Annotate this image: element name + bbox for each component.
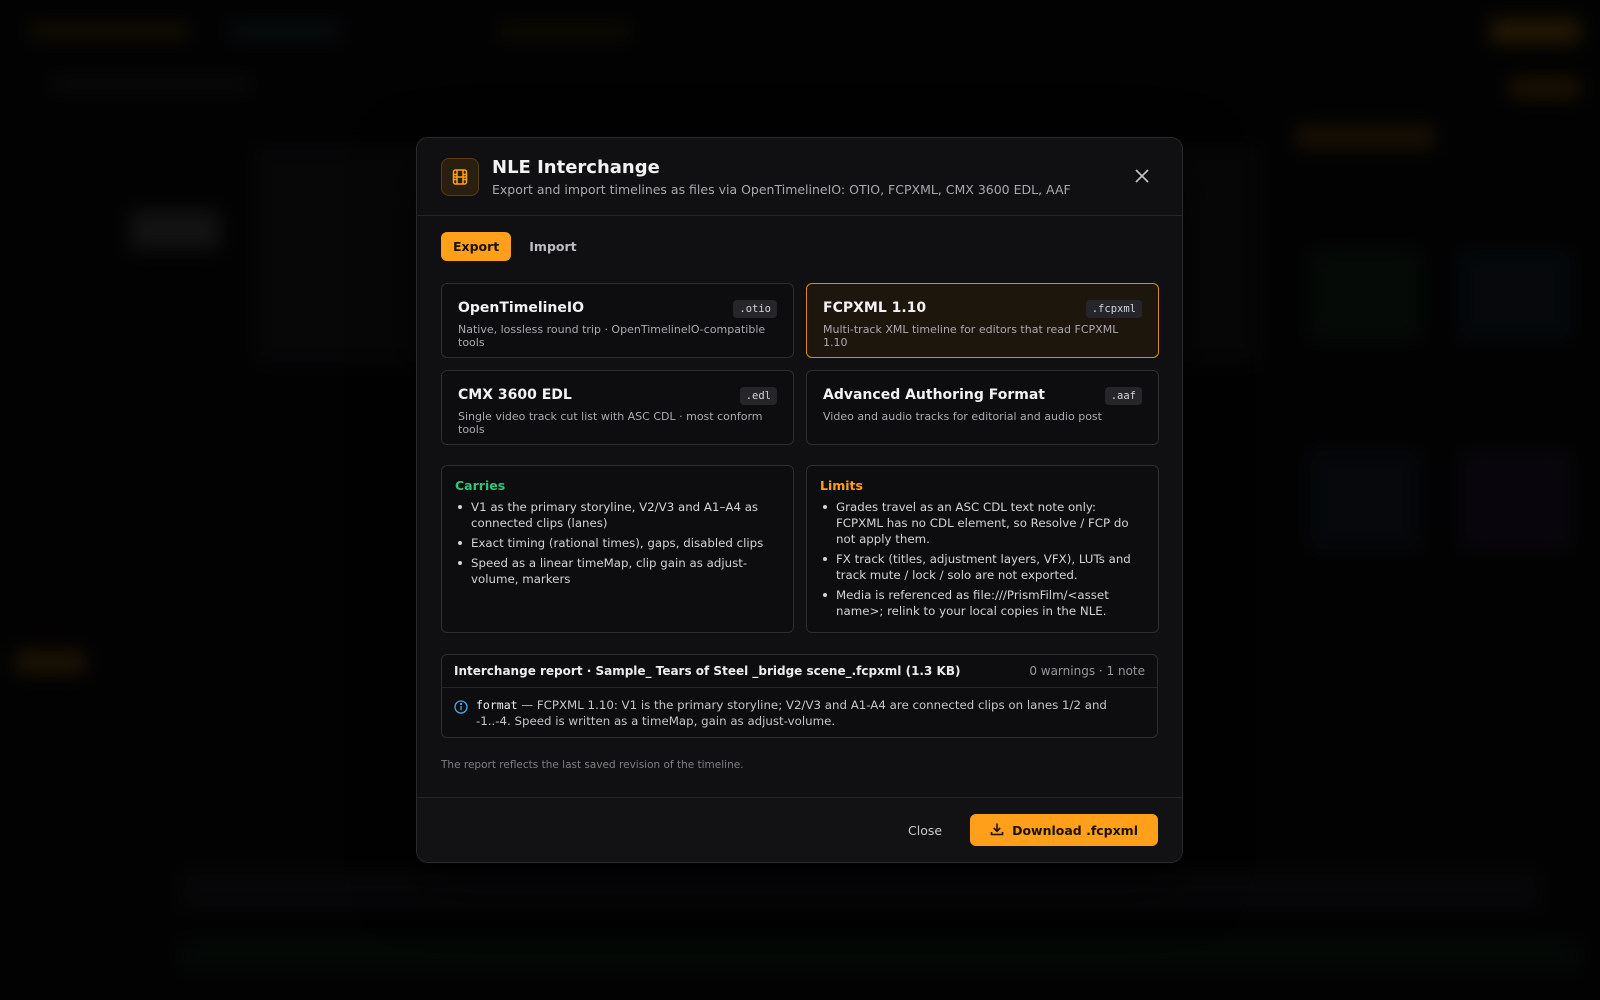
interchange-report: Interchange report · Sample_ Tears of St…	[441, 654, 1158, 738]
report-header: Interchange report · Sample_ Tears of St…	[442, 655, 1157, 688]
close-button[interactable]: Close	[890, 815, 960, 846]
report-counts: 0 warnings · 1 note	[1029, 664, 1145, 678]
carries-panel: Carries V1 as the primary storyline, V2/…	[441, 465, 794, 633]
capabilities-section: Carries V1 as the primary storyline, V2/…	[441, 465, 1159, 633]
list-item: FX track (titles, adjustment layers, VFX…	[820, 551, 1145, 583]
carries-heading: Carries	[455, 478, 506, 493]
download-label: Download .fcpxml	[1012, 822, 1138, 838]
tab-import[interactable]: Import	[517, 232, 588, 261]
nle-interchange-dialog: NLE Interchange Export and import timeli…	[416, 137, 1183, 863]
download-icon	[990, 822, 1004, 839]
format-name: OpenTimelineIO	[458, 300, 584, 316]
format-card-aaf[interactable]: Advanced Authoring Format Video and audi…	[806, 370, 1159, 445]
list-item: Grades travel as an ASC CDL text note on…	[820, 499, 1145, 547]
dialog-title: NLE Interchange	[492, 156, 660, 178]
format-card-fcpxml[interactable]: FCPXML 1.10 Multi-track XML timeline for…	[806, 283, 1159, 358]
format-description: Single video track cut list with ASC CDL…	[458, 410, 763, 436]
format-card-edl[interactable]: CMX 3600 EDL Single video track cut list…	[441, 370, 794, 445]
format-description: Multi-track XML timeline for editors tha…	[823, 323, 1119, 349]
info-icon	[454, 699, 468, 729]
list-item: V1 as the primary storyline, V2/V3 and A…	[455, 499, 780, 531]
limits-panel: Limits Grades travel as an ASC CDL text …	[806, 465, 1159, 633]
report-entry-text: — FCPXML 1.10: V1 is the primary storyli…	[476, 698, 1107, 728]
download-button[interactable]: Download .fcpxml	[970, 814, 1158, 846]
format-grid: OpenTimelineIO Native, lossless round tr…	[441, 283, 1159, 445]
list-item: Exact timing (rational times), gaps, dis…	[455, 535, 780, 551]
report-title: Interchange report · Sample_ Tears of St…	[454, 664, 961, 678]
list-item: Speed as a linear timeMap, clip gain as …	[455, 555, 780, 587]
dialog-header: NLE Interchange Export and import timeli…	[417, 138, 1182, 216]
format-extension-badge: .otio	[733, 300, 777, 318]
report-entry: format — FCPXML 1.10: V1 is the primary …	[442, 688, 1157, 737]
format-extension-badge: .aaf	[1104, 387, 1142, 405]
film-icon	[441, 157, 479, 196]
format-name: Advanced Authoring Format	[823, 387, 1045, 403]
close-icon[interactable]	[1130, 164, 1154, 188]
format-name: CMX 3600 EDL	[458, 387, 572, 403]
dialog-footer: Close Download .fcpxml	[417, 797, 1182, 862]
format-card-otio[interactable]: OpenTimelineIO Native, lossless round tr…	[441, 283, 794, 358]
report-footnote: The report reflects the last saved revis…	[441, 759, 744, 771]
format-description: Native, lossless round trip · OpenTimeli…	[458, 323, 766, 349]
format-extension-badge: .edl	[739, 387, 777, 405]
format-extension-badge: .fcpxml	[1085, 300, 1142, 318]
format-description: Video and audio tracks for editorial and…	[823, 410, 1102, 423]
dialog-subtitle: Export and import timelines as files via…	[492, 181, 1071, 197]
tab-bar: Export Import	[441, 232, 1158, 261]
limits-heading: Limits	[820, 478, 863, 493]
list-item: Media is referenced as file:///PrismFilm…	[820, 587, 1145, 619]
tab-export[interactable]: Export	[441, 232, 512, 261]
report-entry-key: format	[476, 698, 518, 712]
